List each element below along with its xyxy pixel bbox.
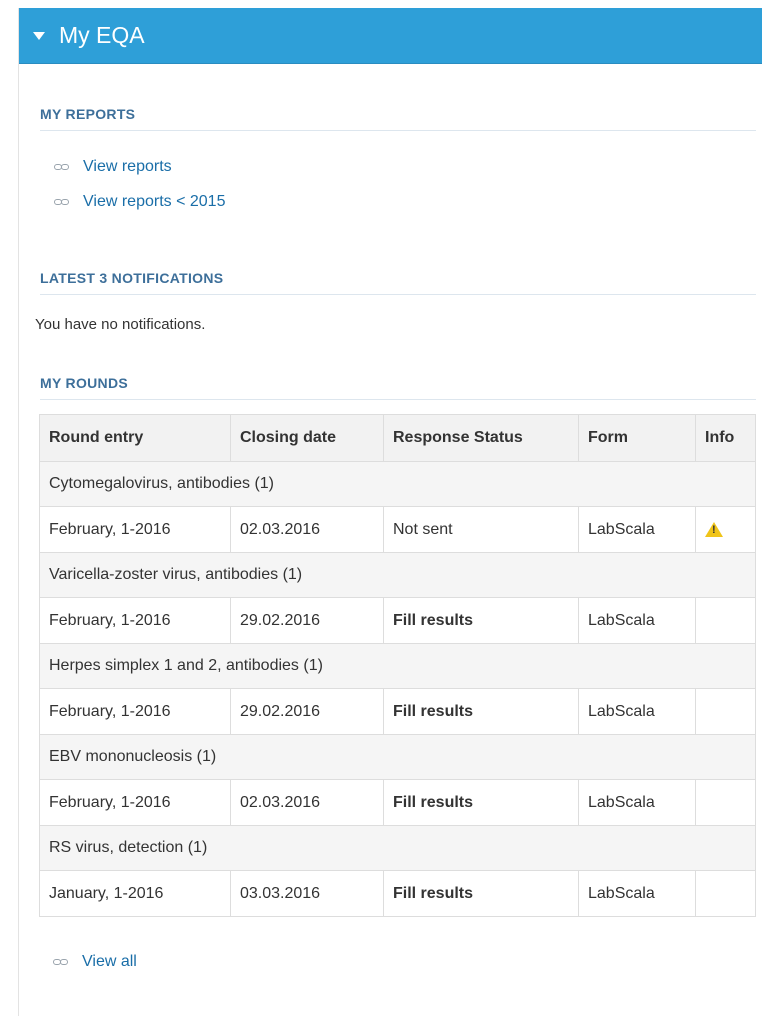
info-cell: [695, 779, 756, 826]
closing-date: 02.03.2016: [230, 779, 384, 826]
round-group-name: Cytomegalovirus, antibodies (1): [39, 461, 756, 507]
round-group-name: Herpes simplex 1 and 2, antibodies (1): [39, 643, 756, 689]
view-reports-2015-link[interactable]: View reports < 2015: [54, 193, 225, 211]
column-closing-date: Closing date: [230, 414, 384, 462]
table-header-row: Round entry Closing date Response Status…: [39, 414, 756, 462]
link-icon: [54, 199, 69, 205]
round-entry: February, 1-2016: [39, 506, 231, 553]
round-entry-row: February, 1-2016 02.03.2016 Fill results…: [39, 779, 756, 826]
round-entry: February, 1-2016: [39, 597, 231, 644]
notifications-heading: LATEST 3 NOTIFICATIONS: [40, 270, 756, 295]
column-response-status: Response Status: [383, 414, 579, 462]
panel-title: My EQA: [59, 22, 145, 48]
round-group-name: RS virus, detection (1): [39, 825, 756, 871]
fill-results-link[interactable]: Fill results: [383, 779, 579, 826]
view-reports-label[interactable]: View reports: [83, 158, 172, 176]
view-all-link[interactable]: View all: [53, 953, 137, 971]
round-entry: January, 1-2016: [39, 870, 231, 917]
round-group-row: Cytomegalovirus, antibodies (1): [39, 461, 756, 507]
form-name: LabScala: [578, 688, 696, 735]
round-group-name: EBV mononucleosis (1): [39, 734, 756, 780]
view-reports-link[interactable]: View reports: [54, 158, 172, 176]
form-name: LabScala: [578, 779, 696, 826]
closing-date: 02.03.2016: [230, 506, 384, 553]
round-entry-row: February, 1-2016 29.02.2016 Fill results…: [39, 597, 756, 644]
closing-date: 29.02.2016: [230, 597, 384, 644]
round-group-name: Varicella-zoster virus, antibodies (1): [39, 552, 756, 598]
column-round-entry: Round entry: [39, 414, 231, 462]
column-info: Info: [695, 414, 756, 462]
info-cell: [695, 870, 756, 917]
round-entry-row: February, 1-2016 29.02.2016 Fill results…: [39, 688, 756, 735]
column-form: Form: [578, 414, 696, 462]
link-icon: [53, 959, 68, 965]
response-status-not-sent[interactable]: Not sent: [383, 506, 579, 553]
round-group-row: Varicella-zoster virus, antibodies (1): [39, 552, 756, 598]
my-rounds-heading: MY ROUNDS: [40, 375, 756, 400]
link-icon: [54, 164, 69, 170]
form-name: LabScala: [578, 506, 696, 553]
info-cell: [695, 597, 756, 644]
view-all-label[interactable]: View all: [82, 953, 137, 971]
fill-results-link[interactable]: Fill results: [383, 870, 579, 917]
round-entry-row: February, 1-2016 02.03.2016 Not sent Lab…: [39, 506, 756, 553]
rounds-table: Round entry Closing date Response Status…: [39, 414, 756, 917]
round-entry: February, 1-2016: [39, 688, 231, 735]
warning-icon[interactable]: [705, 521, 723, 537]
info-cell: [695, 506, 756, 553]
closing-date: 03.03.2016: [230, 870, 384, 917]
caret-down-icon[interactable]: [33, 31, 45, 40]
round-group-row: RS virus, detection (1): [39, 825, 756, 871]
panel-header[interactable]: My EQA: [19, 8, 762, 64]
my-reports-heading: MY REPORTS: [40, 106, 756, 131]
no-notifications-text: You have no notifications.: [35, 316, 206, 333]
info-cell: [695, 688, 756, 735]
round-group-row: EBV mononucleosis (1): [39, 734, 756, 780]
view-reports-2015-label[interactable]: View reports < 2015: [83, 193, 225, 211]
form-name: LabScala: [578, 597, 696, 644]
closing-date: 29.02.2016: [230, 688, 384, 735]
fill-results-link[interactable]: Fill results: [383, 597, 579, 644]
round-group-row: Herpes simplex 1 and 2, antibodies (1): [39, 643, 756, 689]
round-entry-row: January, 1-2016 03.03.2016 Fill results …: [39, 870, 756, 917]
form-name: LabScala: [578, 870, 696, 917]
fill-results-link[interactable]: Fill results: [383, 688, 579, 735]
round-entry: February, 1-2016: [39, 779, 231, 826]
